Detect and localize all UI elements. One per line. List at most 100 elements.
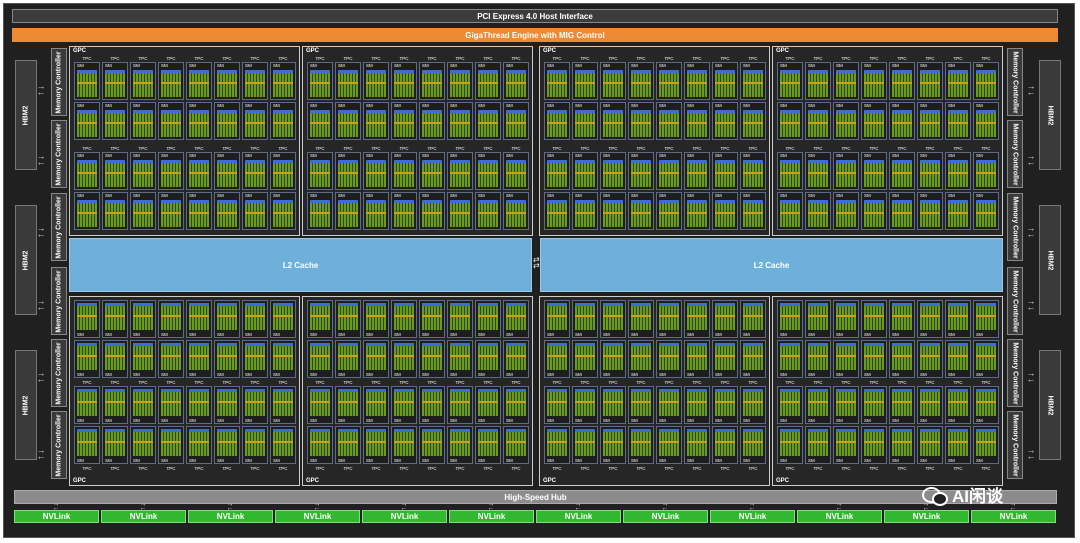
cuda-core-array	[547, 200, 567, 227]
sm-label: SM	[310, 458, 317, 463]
streaming-multiprocessor: SM	[805, 300, 831, 338]
tpc-label: TPC	[925, 466, 935, 471]
streaming-multiprocessor: SM	[102, 102, 128, 140]
tpc: TPC SM SM	[544, 146, 570, 232]
tpc: TPC SM SM	[712, 146, 738, 232]
sm-label: SM	[687, 103, 694, 108]
streaming-multiprocessor: SM	[419, 340, 445, 378]
streaming-multiprocessor: SM	[572, 62, 598, 100]
streaming-multiprocessor: SM	[335, 192, 361, 230]
tpc: TPC SM SM	[712, 300, 738, 386]
cuda-core-array	[506, 303, 526, 330]
tpc-label: TPC	[552, 146, 562, 151]
cuda-core-array	[603, 200, 623, 227]
sm-label: SM	[338, 103, 345, 108]
sm-label: SM	[808, 193, 815, 198]
cuda-core-array	[189, 110, 209, 137]
gpc: GPC TPC SM SM TPC SM SM TPC SM SM TPC SM SM TPC SM SM TP…	[772, 46, 1003, 236]
hbm2-stack-right: HBM2	[1039, 60, 1061, 170]
tpc-label: TPC	[813, 380, 823, 385]
streaming-multiprocessor: SM	[270, 340, 296, 378]
sm-label: SM	[575, 372, 582, 377]
sm-label: SM	[920, 63, 927, 68]
tpc-label: TPC	[511, 380, 521, 385]
cuda-core-array	[366, 303, 386, 330]
tpc: TPC SM SM	[600, 56, 626, 142]
tpc: TPC SM SM	[158, 56, 184, 142]
sm-label: SM	[366, 193, 373, 198]
memory-controller-left: Memory Controller	[51, 48, 67, 116]
tpc: TPC SM SM	[391, 56, 417, 142]
bidirectional-arrow-icon: → ←	[36, 151, 46, 167]
cuda-core-array	[506, 389, 526, 416]
streaming-multiprocessor: SM	[242, 300, 268, 338]
streaming-multiprocessor: SM	[712, 102, 738, 140]
tpc: TPC SM SM	[214, 300, 240, 386]
bidirectional-arrow-icon: → ←	[52, 501, 60, 512]
cuda-core-array	[133, 429, 153, 456]
streaming-multiprocessor: SM	[861, 340, 887, 378]
cuda-core-array	[808, 160, 828, 187]
streaming-multiprocessor: SM	[391, 300, 417, 338]
streaming-multiprocessor: SM	[833, 386, 859, 424]
streaming-multiprocessor: SM	[335, 300, 361, 338]
sm-label: SM	[976, 372, 983, 377]
streaming-multiprocessor: SM	[74, 152, 100, 190]
sm-label: SM	[422, 418, 429, 423]
cuda-core-array	[189, 303, 209, 330]
tpc-label: TPC	[427, 146, 437, 151]
tpc-label: TPC	[841, 466, 851, 471]
sm-label: SM	[105, 418, 112, 423]
tpc-label: TPC	[371, 146, 381, 151]
sm-label: SM	[948, 63, 955, 68]
sm-label: SM	[422, 193, 429, 198]
streaming-multiprocessor: SM	[335, 102, 361, 140]
memory-controller-label: Memory Controller	[55, 195, 63, 259]
cuda-core-array	[920, 70, 940, 97]
tpc: TPC SM SM	[158, 386, 184, 472]
streaming-multiprocessor: SM	[363, 340, 389, 378]
streaming-multiprocessor: SM	[544, 152, 570, 190]
tpc-label: TPC	[720, 146, 730, 151]
tpc: TPC SM SM	[242, 300, 268, 386]
cuda-core-array	[864, 200, 884, 227]
sm-label: SM	[575, 153, 582, 158]
tpc-label: TPC	[315, 466, 325, 471]
sm-label: SM	[836, 153, 843, 158]
streaming-multiprocessor: SM	[214, 300, 240, 338]
streaming-multiprocessor: SM	[363, 300, 389, 338]
cuda-core-array	[422, 200, 442, 227]
tpc: TPC SM SM	[270, 300, 296, 386]
cuda-core-array	[77, 70, 97, 97]
tpc: TPC SM SM	[684, 56, 710, 142]
streaming-multiprocessor: SM	[270, 386, 296, 424]
tpc: TPC SM SM	[419, 300, 445, 386]
streaming-multiprocessor: SM	[447, 386, 473, 424]
sm-label: SM	[310, 63, 317, 68]
cuda-core-array	[273, 303, 293, 330]
streaming-multiprocessor: SM	[945, 426, 971, 464]
sm-label: SM	[808, 458, 815, 463]
sm-label: SM	[394, 63, 401, 68]
streaming-multiprocessor: SM	[833, 152, 859, 190]
streaming-multiprocessor: SM	[600, 386, 626, 424]
hbm2-stack-right: HBM2	[1039, 350, 1061, 460]
sm-label: SM	[547, 153, 554, 158]
streaming-multiprocessor: SM	[628, 426, 654, 464]
tpc-label: TPC	[194, 380, 204, 385]
streaming-multiprocessor: SM	[503, 340, 529, 378]
sm-label: SM	[603, 63, 610, 68]
sm-label: SM	[631, 372, 638, 377]
sm-label: SM	[780, 372, 787, 377]
tpc: TPC SM SM	[945, 386, 971, 472]
cuda-core-array	[366, 343, 386, 370]
gpc-label: GPC	[73, 48, 87, 54]
tpc-label: TPC	[552, 56, 562, 61]
cuda-core-array	[976, 70, 996, 97]
tpc-label: TPC	[194, 56, 204, 61]
sm-label: SM	[506, 153, 513, 158]
sm-label: SM	[715, 153, 722, 158]
streaming-multiprocessor: SM	[861, 192, 887, 230]
tpc-label: TPC	[981, 146, 991, 151]
cuda-core-array	[743, 343, 763, 370]
